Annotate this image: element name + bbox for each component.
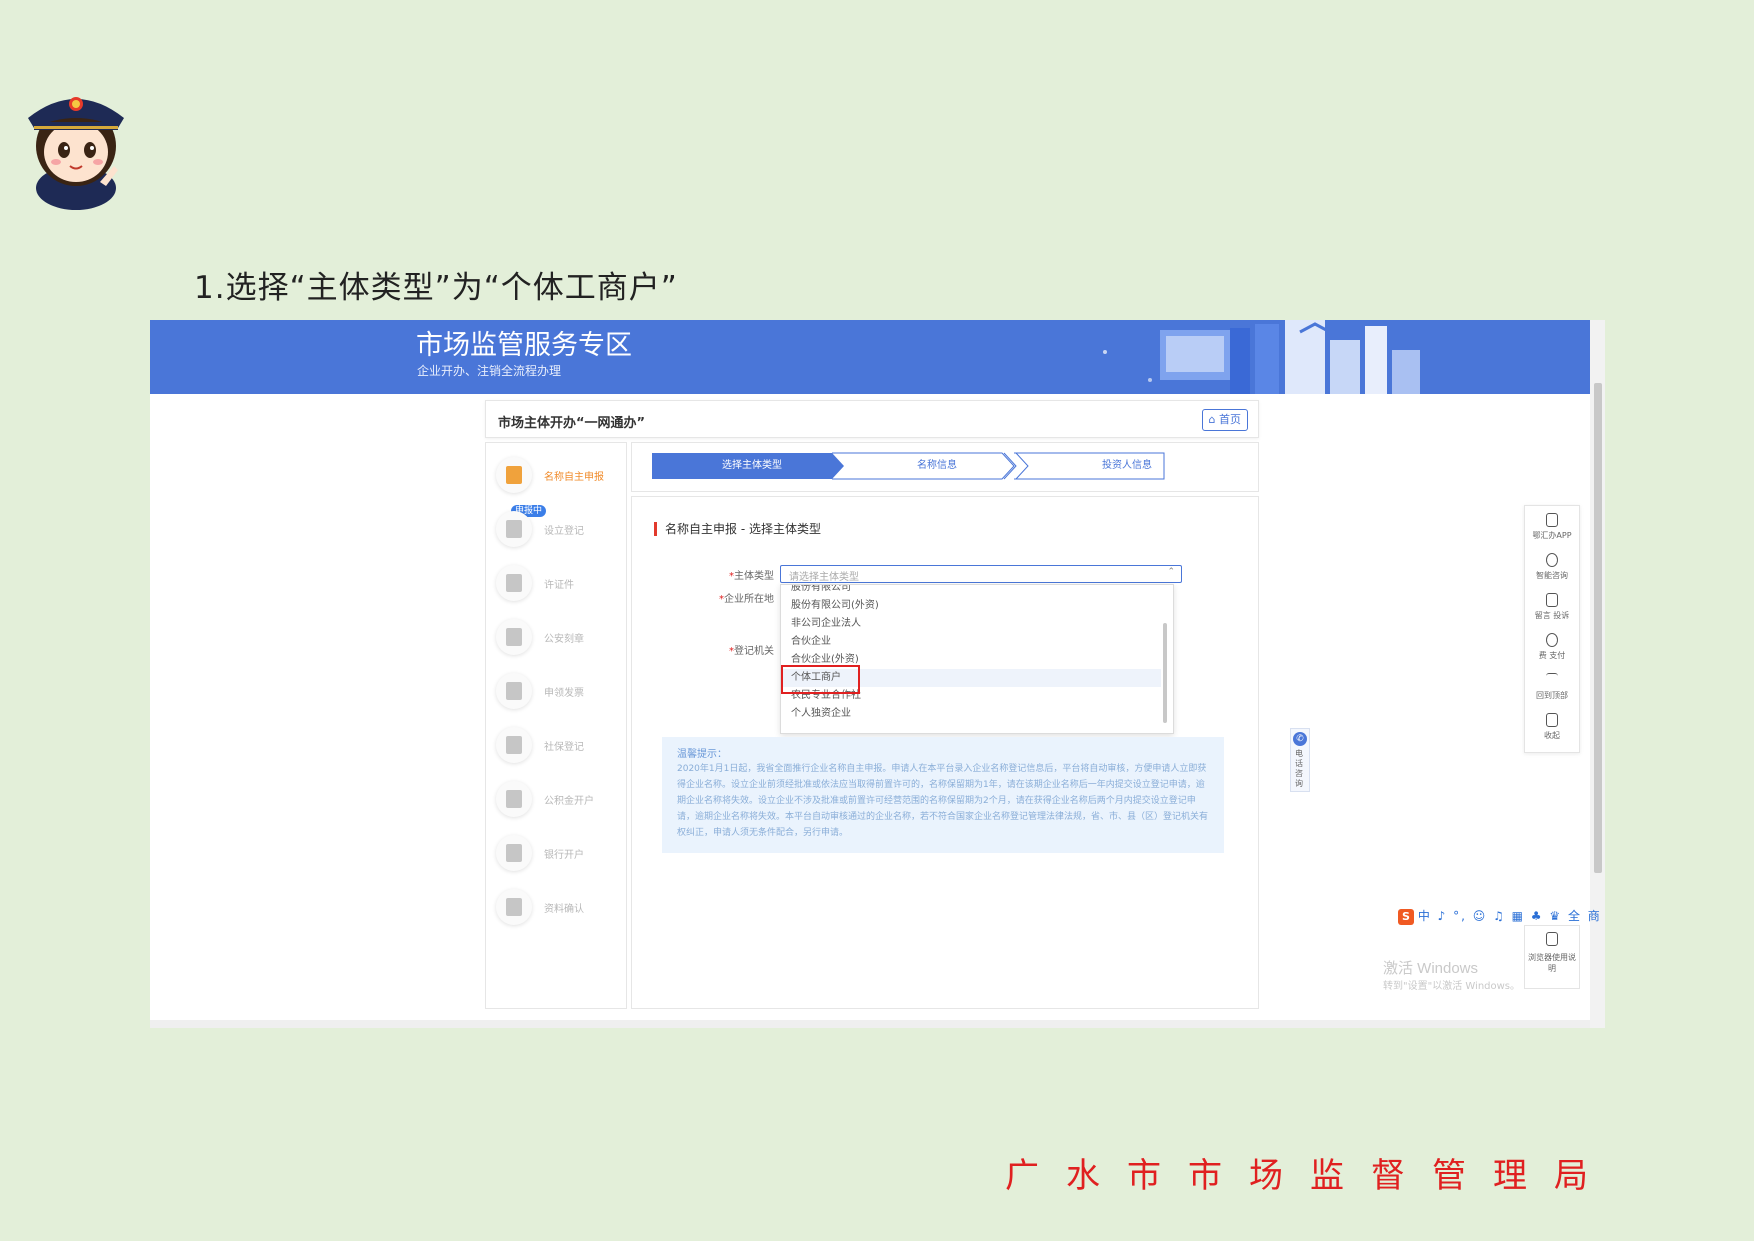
home-button-label: 首页 — [1219, 413, 1241, 426]
sidebar-item-label: 社保登记 — [544, 742, 584, 753]
app-download-button[interactable]: 鄂汇办APP — [1525, 510, 1579, 550]
dropdown-option[interactable]: 股份有限公司 — [781, 585, 1161, 597]
arrow-up-icon — [1546, 673, 1558, 687]
bank-icon — [506, 844, 522, 862]
step-select-type: 选择主体类型 — [722, 460, 782, 471]
sidebar-item-registration[interactable]: 设立登记 — [496, 511, 621, 551]
horizontal-scrollbar[interactable] — [150, 1020, 1590, 1028]
collapse-button[interactable]: 收起 — [1525, 710, 1579, 750]
entity-type-label: *主体类型 — [729, 571, 774, 582]
sidebar-item-bank-account[interactable]: 银行开户 — [496, 835, 621, 875]
sidebar-item-license[interactable]: 许证件 — [496, 565, 621, 605]
ime-status-text: 中 ♪ °, ☺ ♫ ▦ ♣ ♛ 全 商 — [1417, 909, 1602, 923]
dropdown-option[interactable]: 个人独资企业 — [781, 705, 1161, 723]
main-form-card: 名称自主申报 - 选择主体类型 *主体类型 请选择主体类型 ⌃ *企业所在地 *… — [631, 496, 1259, 1009]
sidebar-item-social-security[interactable]: 社保登记 — [496, 727, 621, 767]
section-title: 名称自主申报 - 选择主体类型 — [654, 522, 821, 536]
service-title: 市场主体开办“一网通办” — [498, 416, 646, 431]
headset-icon — [1546, 553, 1558, 567]
dropdown-option[interactable]: 非公司企业法人 — [781, 615, 1161, 633]
step-name-info: 名称信息 — [917, 460, 957, 471]
sidebar-item-housing-fund[interactable]: 公积金开户 — [496, 781, 621, 821]
sidebar-item-seal[interactable]: 公安刻章 — [496, 619, 621, 659]
mobile-icon — [1546, 513, 1558, 527]
stamp-icon — [506, 628, 522, 646]
step-caption: 1.选择“主体类型”为“个体工商户” — [194, 270, 678, 306]
process-sidebar: 名称自主申报 申报中 设立登记 许证件 公安刻章 申领发票 社保登记 公积金开户 — [485, 442, 627, 1009]
browser-guide-button[interactable]: 浏览器使用说明 — [1524, 925, 1580, 989]
sidebar-item-invoice[interactable]: 申领发票 — [496, 673, 621, 713]
form-icon — [506, 520, 522, 538]
city-illustration — [1103, 320, 1420, 394]
location-label: *企业所在地 — [719, 594, 774, 605]
portal-screenshot: 市场监管服务专区 企业开办、注销全流程办理 市场主体开办“一网通办” ⌂ 首页 … — [150, 320, 1605, 1028]
phone-icon: ✆ — [1293, 732, 1307, 746]
id-card-icon — [506, 574, 522, 592]
step-indicator: 选择主体类型 名称信息 投资人信息 — [631, 442, 1259, 492]
dropdown-option[interactable]: 股份有限公司(外资) — [781, 597, 1161, 615]
mascot-illustration — [28, 97, 124, 210]
windows-activation-hint: 转到"设置"以激活 Windows。 — [1383, 981, 1521, 992]
portal-title: 市场监管服务专区 — [416, 330, 632, 360]
sidebar-item-label: 申领发票 — [544, 688, 584, 699]
yuan-icon — [1546, 633, 1558, 647]
sidebar-item-confirm[interactable]: 资料确认 — [496, 889, 621, 929]
dropdown-option[interactable]: 合伙企业 — [781, 633, 1161, 651]
payment-button[interactable]: 费 支付 — [1525, 630, 1579, 670]
back-to-top-button[interactable]: 回到顶部 — [1525, 670, 1579, 710]
sidebar-item-label: 银行开户 — [544, 850, 584, 861]
ime-toolbar[interactable]: S 中 ♪ °, ☺ ♫ ▦ ♣ ♛ 全 商 — [1398, 907, 1602, 925]
entity-type-dropdown: 股份有限公司 股份有限公司(外资) 非公司企业法人 合伙企业 合伙企业(外资) … — [780, 584, 1174, 734]
tips-title: 温馨提示： — [677, 749, 727, 760]
organization-name: 广水市市场监督管理局 — [1005, 1156, 1615, 1196]
sidebar-item-label: 许证件 — [544, 580, 574, 591]
dropdown-scrollbar[interactable] — [1163, 623, 1167, 723]
tips-panel: 温馨提示： 2020年1月1日起，我省全面推行企业名称自主申报。申请人在本平台录… — [662, 737, 1224, 853]
floating-toolbar: 鄂汇办APP 智能咨询 留言 投诉 费 支付 回到顶部 收起 — [1524, 505, 1580, 753]
step-investor-info: 投资人信息 — [1102, 460, 1152, 471]
home-icon: ⌂ — [1208, 413, 1219, 426]
shield-icon — [506, 736, 522, 754]
highlight-box — [781, 665, 860, 694]
smart-consult-button[interactable]: 智能咨询 — [1525, 550, 1579, 590]
entity-type-placeholder: 请选择主体类型 — [789, 572, 859, 583]
sidebar-item-label: 设立登记 — [544, 526, 584, 537]
sidebar-item-label: 公安刻章 — [544, 634, 584, 645]
home-button[interactable]: ⌂ 首页 — [1201, 409, 1248, 431]
message-icon — [1546, 593, 1558, 607]
edit-icon — [506, 466, 522, 484]
pen-icon — [1546, 932, 1558, 946]
sidebar-item-name-declaration[interactable]: 名称自主申报 申报中 — [496, 457, 621, 517]
tips-body: 2020年1月1日起，我省全面推行企业名称自主申报。申请人在本平台录入企业名称登… — [677, 764, 1209, 838]
invoice-icon — [506, 682, 522, 700]
phone-consult-tab[interactable]: ✆ 电话咨询 — [1290, 728, 1310, 792]
sidebar-item-label: 资料确认 — [544, 904, 584, 915]
sidebar-item-label: 公积金开户 — [544, 796, 594, 807]
registration-authority-label: *登记机关 — [729, 646, 774, 657]
house-icon — [506, 790, 522, 808]
portal-subtitle: 企业开办、注销全流程办理 — [417, 364, 562, 378]
chevron-up-icon: ⌃ — [1167, 567, 1175, 577]
sogou-icon: S — [1398, 909, 1414, 925]
feedback-button[interactable]: 留言 投诉 — [1525, 590, 1579, 630]
phone-consult-label: 电话咨询 — [1295, 749, 1303, 788]
document-icon — [506, 898, 522, 916]
windows-activation-watermark: 激活 Windows — [1383, 960, 1479, 977]
entity-type-select[interactable]: 请选择主体类型 ⌃ — [780, 565, 1182, 583]
sidebar-item-label: 名称自主申报 — [544, 472, 604, 483]
vertical-scroll-thumb[interactable] — [1594, 383, 1602, 873]
service-header-card: 市场主体开办“一网通办” ⌂ 首页 — [485, 400, 1259, 438]
portal-banner: 市场监管服务专区 企业开办、注销全流程办理 — [150, 320, 1590, 394]
collapse-icon — [1546, 713, 1558, 727]
